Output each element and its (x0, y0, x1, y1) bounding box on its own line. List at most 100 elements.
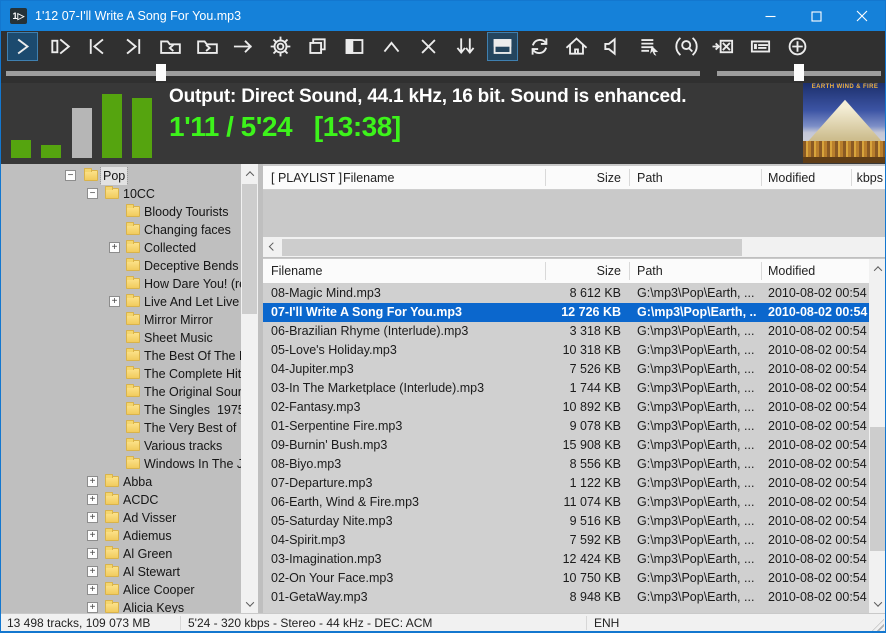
tree-item-alice-cooper[interactable]: +Alice Cooper (1, 581, 241, 599)
tree-item-changing-faces[interactable]: Changing faces (1, 221, 241, 239)
expand-icon[interactable]: + (87, 512, 98, 523)
playlist-empty-area[interactable] (263, 190, 886, 237)
expand-icon[interactable]: + (87, 494, 98, 505)
file-row-03-in-the-marketplace-interlude-mp3[interactable]: 03-In The Marketplace (Interlude).mp31 7… (263, 379, 869, 398)
tree-item-the-best-of-the-ea[interactable]: The Best Of The Ea (1, 347, 241, 365)
filelist-col-filename[interactable]: Filename (271, 259, 322, 284)
horizontal-scrollbar[interactable] (263, 237, 886, 258)
file-row-02-on-your-face-mp3[interactable]: 02-On Your Face.mp310 750 KBG:\mp3\Pop\E… (263, 569, 869, 588)
tree-item-ad-visser[interactable]: +Ad Visser (1, 509, 241, 527)
tree-item-various-tracks[interactable]: Various tracks (1, 437, 241, 455)
toolbar-split-horizontal-button[interactable] (487, 32, 518, 61)
collapse-icon[interactable]: − (87, 188, 98, 199)
file-row-01-serpentine-fire-mp3[interactable]: 01-Serpentine Fire.mp39 078 KBG:\mp3\Pop… (263, 417, 869, 436)
playlist-col-path[interactable]: Path (637, 166, 663, 190)
toolbar-play-button[interactable] (7, 32, 38, 61)
seek-thumb[interactable] (156, 64, 166, 81)
tree-item-windows-in-the-ju[interactable]: Windows In The Ju (1, 455, 241, 473)
playlist-col-kbps[interactable]: kbps (855, 166, 883, 190)
filelist-scroll-thumb[interactable] (870, 427, 886, 551)
toolbar-play-from-start-button[interactable] (44, 32, 75, 61)
expand-icon[interactable]: + (109, 296, 120, 307)
file-row-09-burnin-bush-mp3[interactable]: 09-Burnin' Bush.mp315 908 KBG:\mp3\Pop\E… (263, 436, 869, 455)
toolbar-refresh-button[interactable] (524, 32, 555, 61)
toolbar-volume-speaker-button[interactable] (597, 32, 628, 61)
expand-icon[interactable]: + (87, 530, 98, 541)
tree-item-10cc[interactable]: −10CC (1, 185, 241, 203)
toolbar-go-last-button[interactable] (118, 32, 149, 61)
tree-item-how-dare-you-rem[interactable]: How Dare You! (rem (1, 275, 241, 293)
toolbar-close-list-button[interactable] (413, 32, 444, 61)
file-row-04-spirit-mp3[interactable]: 04-Spirit.mp37 592 KBG:\mp3\Pop\Earth, .… (263, 531, 869, 550)
expand-icon[interactable]: + (109, 242, 120, 253)
collapse-icon[interactable]: − (65, 170, 76, 181)
filelist-scrollbar[interactable] (869, 259, 886, 613)
tree-scroll-down-button[interactable] (241, 595, 258, 612)
resize-grip[interactable] (872, 619, 884, 631)
toolbar-new-window-button[interactable] (302, 32, 333, 61)
volume-thumb[interactable] (794, 64, 804, 81)
expand-icon[interactable]: + (87, 566, 98, 577)
file-row-03-imagination-mp3[interactable]: 03-Imagination.mp312 424 KBG:\mp3\Pop\Ea… (263, 550, 869, 569)
maximize-button[interactable] (793, 1, 839, 31)
toolbar-continue-arrow-button[interactable] (228, 32, 259, 61)
filelist-col-path[interactable]: Path (637, 259, 663, 284)
toolbar-split-vertical-button[interactable] (339, 32, 370, 61)
horizontal-scroll-thumb[interactable] (282, 239, 742, 256)
file-row-08-biyo-mp3[interactable]: 08-Biyo.mp38 556 KBG:\mp3\Pop\Earth, ...… (263, 455, 869, 474)
file-row-05-love-s-holiday-mp3[interactable]: 05-Love's Holiday.mp310 318 KBG:\mp3\Pop… (263, 341, 869, 360)
toolbar-playlist-cursor-button[interactable] (634, 32, 665, 61)
file-row-02-fantasy-mp3[interactable]: 02-Fantasy.mp310 892 KBG:\mp3\Pop\Earth,… (263, 398, 869, 417)
playlist-col-size[interactable]: Size (545, 166, 621, 190)
toolbar-go-first-button[interactable] (81, 32, 112, 61)
tree-scroll-up-button[interactable] (241, 165, 258, 182)
file-row-01-getaway-mp3[interactable]: 01-GetaWay.mp38 948 KBG:\mp3\Pop\Earth, … (263, 588, 869, 607)
tree-item-collected[interactable]: +Collected (1, 239, 241, 257)
playlist-col-filename[interactable]: Filename (343, 166, 394, 190)
tree-item-live-and-let-live[interactable]: +Live And Let Live (1, 293, 241, 311)
expand-icon[interactable]: + (87, 602, 98, 613)
scroll-right-button[interactable] (869, 239, 886, 256)
tree-item-the-singles-1975-1[interactable]: The Singles 1975-1 (1, 401, 241, 419)
tree-item-al-stewart[interactable]: +Al Stewart (1, 563, 241, 581)
file-row-04-jupiter-mp3[interactable]: 04-Jupiter.mp37 526 KBG:\mp3\Pop\Earth, … (263, 360, 869, 379)
tree-item-abba[interactable]: +Abba (1, 473, 241, 491)
filelist-scroll-down-button[interactable] (869, 595, 886, 612)
toolbar-remove-entry-button[interactable] (708, 32, 739, 61)
toolbar-sort-descending-button[interactable] (450, 32, 481, 61)
filelist-col-modified[interactable]: Modified (768, 259, 815, 284)
playlist-col-modified[interactable]: Modified (768, 166, 815, 190)
tree-item-pop[interactable]: −Pop (1, 167, 241, 185)
tree-item-bloody-tourists[interactable]: Bloody Tourists (1, 203, 241, 221)
filelist-col-size[interactable]: Size (545, 259, 621, 284)
tree-item-acdc[interactable]: +ACDC (1, 491, 241, 509)
file-row-06-earth-wind-fire-mp3[interactable]: 06-Earth, Wind & Fire.mp311 074 KBG:\mp3… (263, 493, 869, 512)
expand-icon[interactable]: + (87, 476, 98, 487)
toolbar-scroll-up-button[interactable] (376, 32, 407, 61)
seek-track[interactable] (6, 71, 700, 76)
toolbar-settings-gear-button[interactable] (265, 32, 296, 61)
toolbar-folder-previous-button[interactable] (155, 32, 186, 61)
expand-icon[interactable]: + (87, 584, 98, 595)
tree-item-sheet-music[interactable]: Sheet Music (1, 329, 241, 347)
toolbar-folder-next-button[interactable] (192, 32, 223, 61)
file-row-07-i-ll-write-a-song-for-you-mp3[interactable]: 07-I'll Write A Song For You.mp312 726 K… (263, 303, 869, 322)
tree-item-mirror-mirror[interactable]: Mirror Mirror (1, 311, 241, 329)
tree-item-the-complete-hita[interactable]: The Complete Hita (1, 365, 241, 383)
toolbar-home-button[interactable] (561, 32, 592, 61)
filelist-scroll-up-button[interactable] (869, 260, 886, 277)
tree-item-deceptive-bends[interactable]: Deceptive Bends (1, 257, 241, 275)
file-row-07-departure-mp3[interactable]: 07-Departure.mp31 122 KBG:\mp3\Pop\Earth… (263, 474, 869, 493)
toolbar-file-info-button[interactable] (745, 32, 776, 61)
file-row-08-magic-mind-mp3[interactable]: 08-Magic Mind.mp38 612 KBG:\mp3\Pop\Eart… (263, 284, 869, 303)
tree-item-the-very-best-of[interactable]: The Very Best of (1, 419, 241, 437)
minimize-button[interactable] (747, 1, 793, 31)
tree-scroll-thumb[interactable] (242, 184, 257, 314)
file-row-06-brazilian-rhyme-interlude-mp3[interactable]: 06-Brazilian Rhyme (Interlude).mp33 318 … (263, 322, 869, 341)
tree-scrollbar[interactable] (241, 164, 258, 613)
tree-item-adiemus[interactable]: +Adiemus (1, 527, 241, 545)
expand-icon[interactable]: + (87, 548, 98, 559)
scroll-left-button[interactable] (264, 239, 281, 256)
toolbar-add-new-button[interactable] (782, 32, 813, 61)
toolbar-search-button[interactable] (671, 32, 702, 61)
